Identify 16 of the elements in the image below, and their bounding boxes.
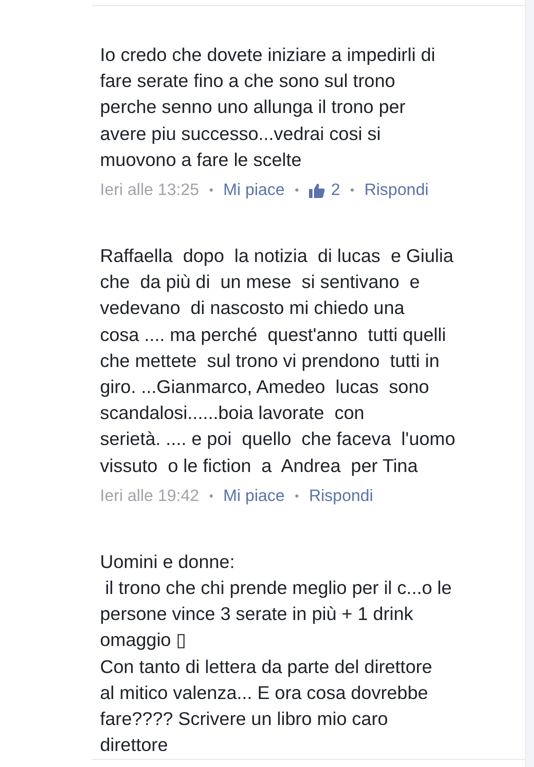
comment-text: Uomini e donne: il trono che chi prende meglio per il c...o le persone vince 3 serate in più + 1 drink omaggio ▯ Con tanto di lettera da parte del direttore al mitico valenza... E ora cosa dovrebbe fare???? Scrivere un libro mio caro direttore xyxy=(100,550,452,758)
like-link[interactable]: Mi piace xyxy=(223,177,285,204)
like-link[interactable]: Mi piace xyxy=(223,482,285,509)
comment-time: Ieri alle 13:25 xyxy=(100,180,200,202)
thumbs-up-icon xyxy=(308,182,325,198)
reply-link[interactable]: Rispondi xyxy=(308,482,374,509)
separator-dot: • xyxy=(350,182,354,200)
reply-link[interactable]: Rispondi xyxy=(364,177,429,204)
comment-text: Io credo che dovete iniziare a impedirli di fare serate fino a che sono sul trono perche senno uno allunga il trono per avere piu successo...vedrai cosi si muovono a fare le scelte xyxy=(100,43,436,172)
separator-dot: • xyxy=(209,182,214,200)
like-count[interactable]: 2 xyxy=(308,177,340,204)
separator-dot: • xyxy=(294,182,299,200)
comment-text: Raffaella dopo la notizia di lucas e Giulia che da più di un mese si sentivano e vedevano di nascosto mi chiedo una cosa .... ma perché quest'anno tutti quelli che mettete sul trono vi prendono tutti in giro. ...Gianmarco, Amedeo lucas sono scandalosi......boia lavorate con serietà. .... e poi quello che faceva l'uomo vissuto o le fiction a Andrea per Tina xyxy=(100,244,456,478)
comment-time: Ieri alle 19:42 xyxy=(100,486,200,507)
separator-dot: • xyxy=(294,488,299,505)
separator-dot: • xyxy=(209,488,214,505)
